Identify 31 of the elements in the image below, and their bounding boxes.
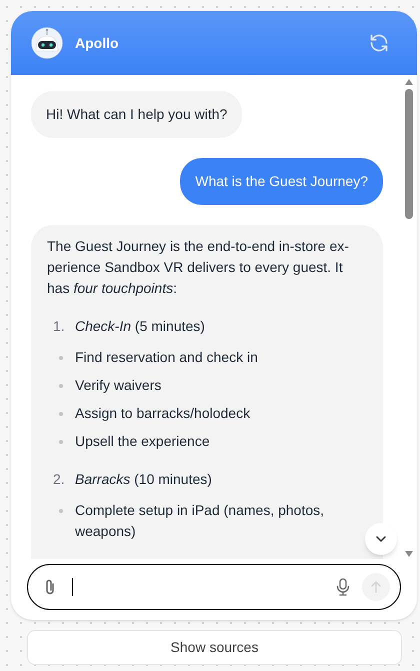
user-message: What is the Guest Journey? bbox=[180, 158, 383, 205]
arrow-up-icon bbox=[371, 581, 381, 593]
text-cursor bbox=[72, 578, 73, 596]
show-sources-button[interactable]: Show sources bbox=[27, 630, 402, 665]
robot-avatar-icon bbox=[31, 27, 63, 59]
scroll-down-arrow-icon[interactable] bbox=[405, 551, 413, 557]
bullet-icon bbox=[59, 509, 63, 513]
scroll-up-arrow-icon[interactable] bbox=[405, 79, 413, 85]
list-item-text: Check-In (5 minutes) bbox=[75, 317, 205, 336]
list-number: 1. bbox=[52, 317, 66, 336]
microphone-icon[interactable] bbox=[336, 578, 350, 596]
list-item-text: Barracks (10 minutes) bbox=[75, 470, 212, 489]
paperclip-icon[interactable] bbox=[45, 579, 55, 595]
bullet-icon bbox=[59, 440, 63, 444]
message-input[interactable] bbox=[27, 564, 401, 610]
message-text: The Guest Journey is the end-to-end in-store ex-perience Sandbox VR delivers to every guest. It has four touchpoints: bbox=[47, 237, 350, 298]
bullet-icon bbox=[59, 384, 63, 388]
scroll-down-button[interactable] bbox=[365, 523, 397, 555]
list-number: 2. bbox=[52, 470, 66, 489]
scrollbar-thumb[interactable] bbox=[405, 89, 413, 219]
chat-title: Apollo bbox=[75, 34, 119, 53]
assistant-message: Hi! What can I help you with? bbox=[31, 91, 242, 138]
bullet-text: Assign to barracks/holodeck bbox=[75, 404, 250, 423]
bullet-text: Verify waivers bbox=[75, 376, 162, 395]
bullet-icon bbox=[59, 356, 63, 360]
bullet-text: Find reservation and check in bbox=[75, 348, 258, 367]
bullet-icon bbox=[59, 412, 63, 416]
bullet-text: Upsell the experience bbox=[75, 432, 210, 451]
refresh-icon[interactable] bbox=[369, 33, 389, 53]
chevron-down-icon bbox=[376, 536, 386, 542]
bullet-text: Complete setup in iPad (names, photos, weapons) bbox=[75, 501, 326, 541]
